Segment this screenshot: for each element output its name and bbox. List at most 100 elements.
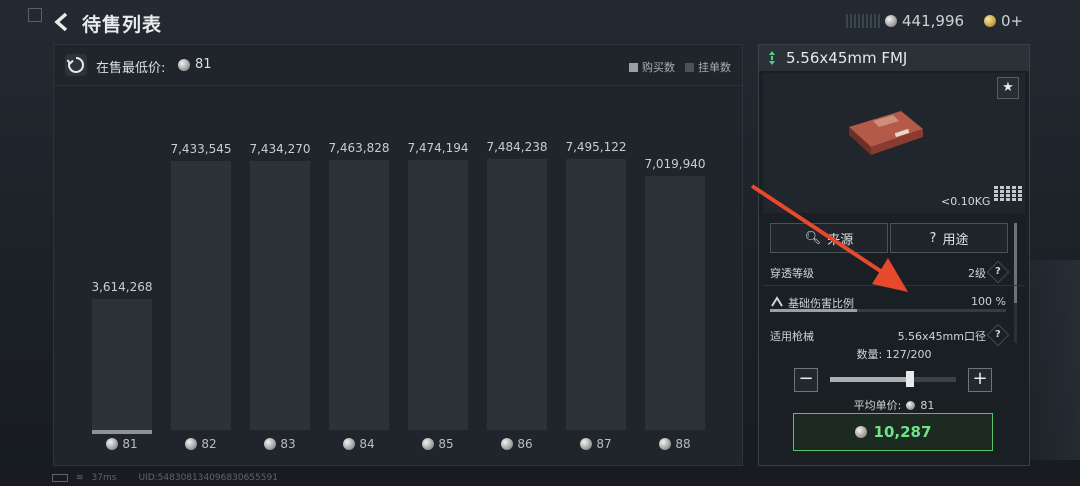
x-tick-text: 82 [201,437,217,451]
bar-value-label: 3,614,268 [91,280,153,294]
x-tick-text: 86 [517,437,533,451]
usage-label: 用途 [942,232,969,248]
lowest-price: 81 [178,57,212,72]
x-tick-label: 81 [92,437,152,451]
damage-bar-fill [770,309,857,312]
damage-icon [771,296,783,307]
bar-value-label: 7,019,940 [644,157,706,171]
legend-buy: 购买数 [629,59,675,75]
x-tick-label: 86 [487,437,547,451]
silver-coin-icon [343,438,356,450]
bar[interactable] [408,160,468,430]
help-icon[interactable]: ? [986,323,1010,347]
silver-balance: 441,996 [902,12,965,30]
decrease-quantity-button[interactable]: − [794,368,818,392]
battery-icon [52,474,68,482]
silver-coin-icon [501,438,514,450]
ammo-box-image [849,111,923,155]
x-tick-label: 88 [645,437,705,451]
bar-chart: 3,614,268 81 7,433,545 82 7,434,270 83 7,463,8… [54,85,742,465]
total-price: 10,287 [873,423,932,441]
x-tick-label: 84 [329,437,389,451]
header-decoration [846,14,882,28]
item-image-area: ★ <0.10KG [763,73,1025,213]
help-icon[interactable]: ? [986,260,1010,284]
silver-coin-icon [906,400,916,410]
increase-quantity-button[interactable]: + [968,368,992,392]
bar[interactable] [329,160,389,430]
item-type-icon [769,51,775,65]
scrollbar-thumb[interactable] [1014,223,1017,303]
item-weight: <0.10KG [941,195,991,208]
silver-coin-icon [264,438,277,450]
x-tick-text: 87 [596,437,612,451]
weapon-label: 适用枪械 [770,330,814,343]
x-tick-text: 88 [675,437,691,451]
silver-coin-icon [106,438,119,450]
back-arrow-icon[interactable] [52,12,72,32]
penetration-label: 穿透等级 [770,267,814,280]
gold-coin-icon [984,15,996,27]
uid: UID:548308134096830655591 [138,473,278,483]
price-distribution-panel: 在售最低价: 81 购买数 挂单数 3,614,268 81 7,433,545 82… [53,44,743,466]
item-title-bar: 5.56x45mm FMJ [759,45,1029,71]
x-tick-text: 81 [122,437,138,451]
chart-header: 在售最低价: 81 购买数 挂单数 [54,45,742,86]
silver-currency: 441,996 [885,12,964,30]
divider [763,285,1025,286]
silver-coin-icon [178,58,190,71]
silver-coin-icon [659,438,672,450]
silver-coin-icon [422,438,435,450]
source-label: 来源 [827,232,854,248]
x-tick-label: 85 [408,437,468,451]
gold-balance: 0+ [1001,12,1024,30]
avg-price-value: 81 [920,398,935,412]
source-button[interactable]: 🔍︎ 来源 [770,223,888,253]
average-price: 平均单价: 81 [759,397,1029,413]
bar[interactable] [566,159,626,430]
status-footer: ≋ 37ms UID:548308134096830655591 [52,473,278,483]
usage-button[interactable]: ? 用途 [890,223,1008,253]
wifi-icon: ≋ [76,473,84,483]
bar[interactable] [92,299,152,434]
item-name: 5.56x45mm FMJ [786,49,908,67]
buy-button[interactable]: 10,287 [793,413,993,451]
legend-listings: 挂单数 [685,59,731,75]
favorite-star-icon[interactable]: ★ [997,77,1019,99]
bar[interactable] [645,176,705,430]
silver-coin-icon [580,438,593,450]
gold-currency[interactable]: 0+ [984,12,1023,30]
legend-swatch [685,62,694,72]
bar[interactable] [487,159,547,430]
avg-price-label: 平均单价: [853,399,902,412]
legend-swatch [629,62,638,72]
inventory-size-icon [994,185,1024,201]
bar[interactable] [250,161,310,430]
item-detail-panel: 5.56x45mm FMJ ★ <0.10KG 🔍︎ 来源 ? 用途 穿透等级 … [758,44,1030,466]
quantity-label: 数量: 127/200 [856,348,932,361]
damage-value: 100 % [971,295,1006,308]
page-title: 待售列表 [82,14,163,36]
x-tick-label: 87 [566,437,626,451]
x-tick-text: 84 [359,437,375,451]
silver-coin-icon [885,15,897,27]
bar[interactable] [171,161,231,430]
search-icon: 🔍︎ [804,230,822,246]
weapon-value: 5.56x45mm口径 [897,330,986,343]
lowest-price-label: 在售最低价: [96,61,166,76]
quantity-slider-handle[interactable] [906,371,914,387]
refresh-icon[interactable] [65,54,87,76]
legend-label: 挂单数 [698,61,731,74]
question-icon: ? [929,230,937,246]
lowest-price-value: 81 [195,57,212,72]
x-tick-text: 83 [280,437,296,451]
penetration-value: 2级 [968,267,986,280]
penetration-row: 穿透等级 2级 ? [770,260,1010,284]
ping: 37ms [91,473,117,483]
x-tick-label: 83 [250,437,310,451]
bar-value-label: 7,495,122 [565,140,627,154]
silver-coin-icon [185,438,198,450]
weapon-row: 适用枪械 5.56x45mm口径 ? [770,323,1010,347]
x-tick-label: 82 [171,437,231,451]
silver-coin-icon [854,426,867,438]
